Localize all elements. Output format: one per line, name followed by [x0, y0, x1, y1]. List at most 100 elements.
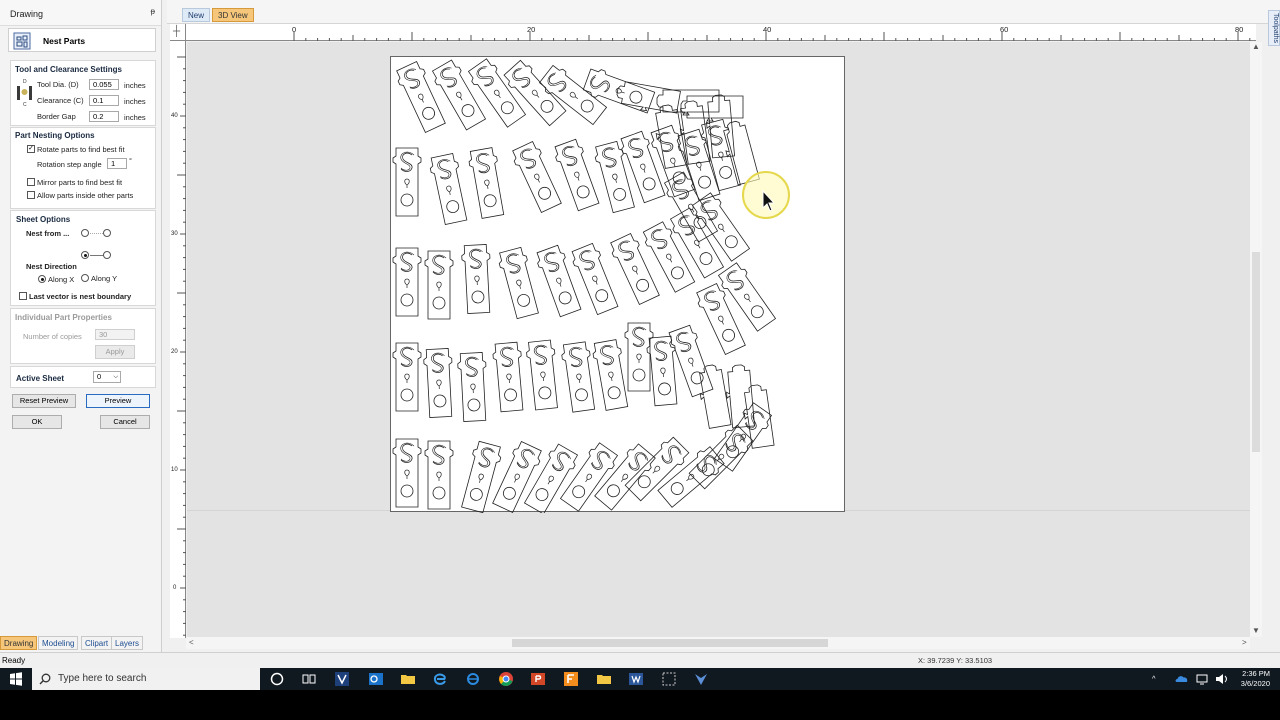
crosshair-icon: ┼ — [173, 26, 181, 37]
nested-part — [622, 434, 692, 504]
ruler-corner[interactable]: ┼ — [170, 24, 186, 41]
nested-part — [393, 59, 449, 135]
nested-part — [537, 62, 609, 128]
nested-part — [424, 440, 454, 510]
apply-button[interactable]: Apply — [95, 345, 135, 359]
tool-diagram-icon: D C — [17, 79, 32, 107]
nested-part — [560, 340, 598, 414]
powerpoint-icon[interactable] — [530, 671, 546, 687]
snipping-tool-icon[interactable] — [661, 671, 677, 687]
nested-part — [392, 147, 422, 217]
material-sheet[interactable] — [390, 56, 845, 513]
outlook-icon[interactable] — [368, 671, 384, 687]
tray-overflow-icon[interactable]: ^ — [1152, 674, 1156, 683]
rotation-step-input[interactable]: 1 — [107, 158, 127, 169]
volume-icon[interactable] — [1214, 671, 1230, 687]
nest-from-bottom-right-radio[interactable] — [103, 251, 111, 259]
scroll-left-icon[interactable]: < — [189, 638, 194, 647]
taskbar-time[interactable]: 2:36 PM — [1234, 669, 1270, 678]
v-ruler-label: 40 — [171, 113, 178, 119]
onedrive-icon[interactable] — [1174, 671, 1190, 687]
vertical-scroll-thumb[interactable] — [1252, 252, 1260, 452]
nested-part — [460, 243, 494, 315]
nest-parts-header: Nest Parts — [8, 28, 156, 52]
active-sheet-select[interactable]: 0 ⌵ — [93, 371, 121, 383]
nest-from-top-right-radio[interactable] — [103, 229, 111, 237]
taskbar-date[interactable]: 3/6/2020 — [1234, 679, 1270, 688]
scroll-down-icon[interactable]: ▼ — [1252, 626, 1260, 635]
rotate-checkbox[interactable]: ✓ — [27, 145, 35, 153]
preview-button[interactable]: Preview — [86, 394, 150, 408]
tab-modeling[interactable]: Modeling — [38, 636, 79, 650]
nested-part — [465, 57, 529, 130]
last-vector-checkbox[interactable] — [19, 292, 27, 300]
nested-part — [715, 260, 779, 334]
nested-part — [740, 383, 775, 450]
nest-from-bottom-left-radio[interactable] — [81, 251, 89, 259]
tab-new[interactable]: New — [182, 8, 211, 22]
internet-explorer-icon[interactable] — [465, 671, 481, 687]
tab-layers[interactable]: Layers — [111, 636, 144, 650]
folder-icon[interactable] — [596, 671, 612, 687]
reset-preview-button[interactable]: Reset Preview — [12, 394, 76, 408]
nested-part — [392, 247, 422, 317]
network-icon[interactable] — [1194, 671, 1210, 687]
search-placeholder: Type here to search — [58, 673, 147, 684]
clearance-label: Clearance (C) — [37, 96, 84, 105]
section-heading: Sheet Options — [16, 215, 71, 224]
ok-button[interactable]: OK — [12, 415, 62, 429]
along-y-label: Along Y — [91, 274, 118, 283]
vectric-app-icon[interactable] — [334, 671, 350, 687]
toolpaths-side-tab[interactable]: Toolpaths — [1268, 10, 1280, 46]
tab-clipart[interactable]: Clipart — [81, 636, 113, 650]
rotation-step-label: Rotation step angle — [37, 160, 102, 169]
horizontal-scrollbar[interactable]: < > — [186, 637, 1250, 649]
cortana-icon[interactable] — [269, 671, 285, 687]
chrome-icon[interactable] — [498, 671, 514, 687]
h-ruler-ticks — [293, 32, 1251, 41]
scroll-right-icon[interactable]: > — [1242, 638, 1247, 647]
mirror-checkbox[interactable] — [27, 178, 35, 186]
nested-part — [581, 65, 657, 117]
vertical-ruler: 40 30 20 10 0 — [170, 41, 186, 638]
task-view-icon[interactable] — [301, 671, 317, 687]
horizontal-ruler: 0 20 40 60 80 — [186, 24, 1256, 41]
edge-icon[interactable] — [432, 671, 448, 687]
tab-3d-view[interactable]: 3D View — [212, 8, 254, 22]
diagram-c-label: C — [23, 102, 27, 107]
taskbar-search-box[interactable]: Type here to search — [32, 668, 260, 690]
allow-inside-checkbox[interactable] — [27, 191, 35, 199]
cancel-button[interactable]: Cancel — [100, 415, 150, 429]
mirror-label: Mirror parts to find best fit — [37, 178, 123, 187]
windows-start-icon[interactable] — [8, 671, 24, 687]
vcarve-app-icon[interactable] — [693, 671, 709, 687]
horizontal-scroll-thumb[interactable] — [512, 639, 828, 647]
pin-icon[interactable]: ᵽ — [151, 7, 155, 16]
file-explorer-icon[interactable] — [400, 671, 416, 687]
section-heading: Part Nesting Options — [15, 131, 95, 140]
nested-part — [680, 95, 744, 122]
scroll-up-icon[interactable]: ▲ — [1252, 42, 1260, 51]
diagram-d-label: D — [23, 79, 27, 85]
h-ruler-label: 0 — [292, 25, 297, 34]
drawing-panel: Drawing ᵽ Nest Parts Tool and Clearance … — [0, 0, 162, 652]
tab-drawing[interactable]: Drawing — [0, 636, 38, 650]
border-gap-input[interactable]: 0.2 — [89, 111, 119, 122]
windows-taskbar: Type here to search ^ 2:36 PM 3/6/2020 — [0, 668, 1280, 690]
nest-from-top-left-radio[interactable] — [81, 229, 89, 237]
nested-part — [491, 341, 527, 413]
mouse-pointer-icon — [762, 190, 776, 212]
fusion-app-icon[interactable] — [563, 671, 579, 687]
along-y-radio[interactable] — [81, 274, 89, 282]
clearance-input[interactable]: 0.1 — [89, 95, 119, 106]
along-x-radio[interactable] — [38, 275, 46, 283]
word-icon[interactable] — [628, 671, 644, 687]
v-ruler-label: 20 — [171, 349, 178, 355]
copies-input[interactable]: 30 — [95, 329, 135, 340]
border-gap-unit: inches — [124, 113, 146, 122]
nested-part — [607, 231, 663, 307]
nested-parts — [392, 57, 779, 513]
drawing-canvas[interactable]: ^ — [187, 42, 1255, 637]
tool-dia-input[interactable]: 0.055 — [89, 79, 119, 90]
vertical-scrollbar[interactable]: ▲ ▼ — [1250, 42, 1262, 637]
